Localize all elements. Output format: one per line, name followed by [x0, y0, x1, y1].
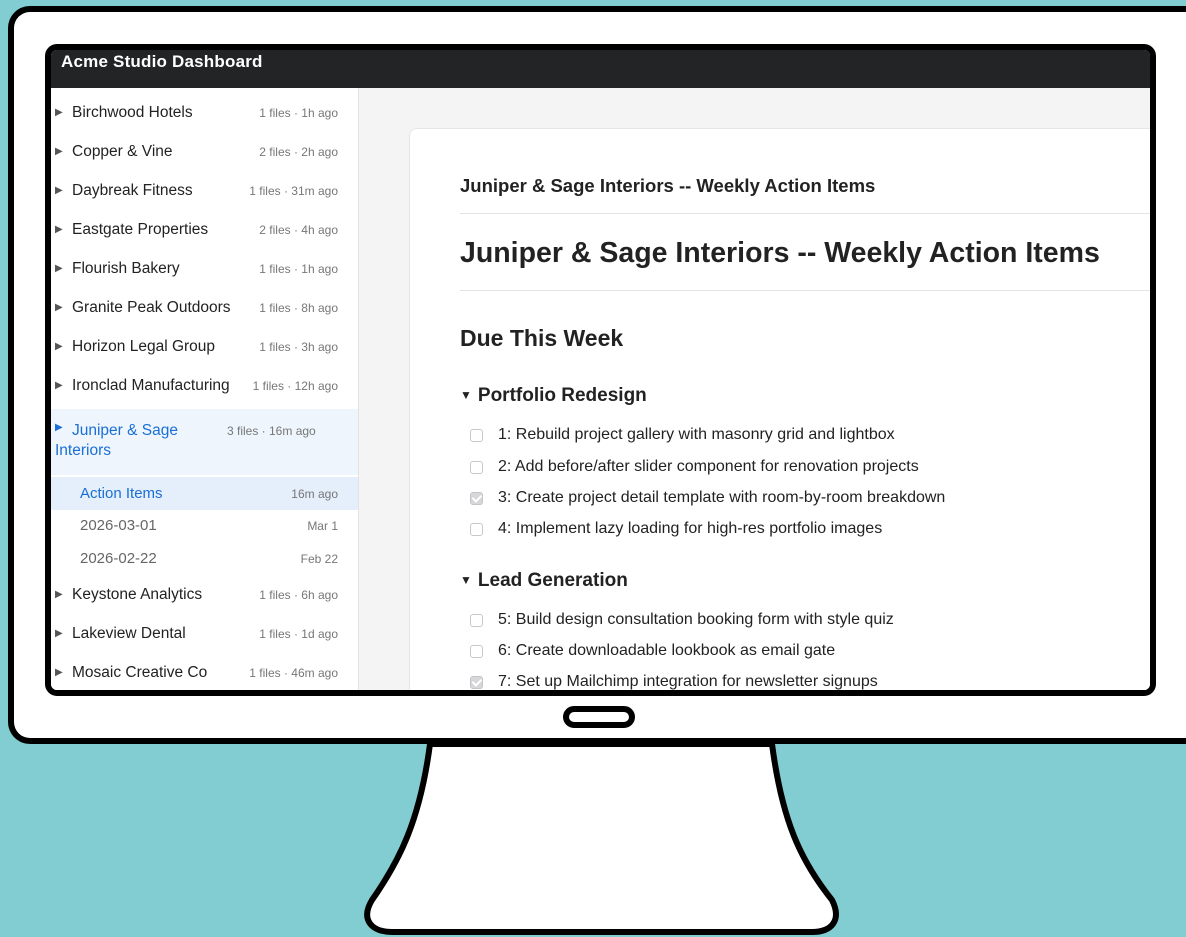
section-heading: Due This Week [460, 325, 624, 351]
sidebar-item-keystone-analytics[interactable]: ▶ Keystone Analytics 1 files · 6h ago [51, 576, 358, 615]
triangle-down-icon: ▼ [460, 388, 472, 402]
chevron-right-icon: ▶ [55, 589, 63, 600]
sidebar-item-lakeview-dental[interactable]: ▶ Lakeview Dental 1 files · 1d ago [51, 615, 358, 654]
task-checkbox[interactable] [470, 429, 483, 442]
chevron-right-icon: ▶ [55, 224, 63, 235]
app-titlebar: Acme Studio Dashboard [51, 50, 1150, 88]
sidebar-item-juniper-sage-interiors[interactable]: ▶ Juniper & Sage Interiors 3 files · 16m… [51, 409, 358, 475]
divider [460, 213, 1150, 214]
task-checkbox-checked[interactable] [470, 676, 483, 689]
chevron-right-icon: ▶ [55, 185, 63, 196]
sidebar-file-action-items[interactable]: Action Items 16m ago [51, 477, 358, 510]
task-checkbox-checked[interactable] [470, 492, 483, 505]
chevron-right-icon: ▶ [55, 263, 63, 274]
document-title: Juniper & Sage Interiors -- Weekly Actio… [460, 237, 1100, 269]
chevron-right-icon: ▶ [55, 422, 63, 433]
sidebar-item-flourish-bakery[interactable]: ▶ Flourish Bakery 1 files · 1h ago [51, 250, 358, 289]
sidebar-item-ironclad-manufacturing[interactable]: ▶ Ironclad Manufacturing 1 files · 12h a… [51, 367, 358, 406]
triangle-down-icon: ▼ [460, 573, 472, 587]
sidebar-item-mosaic-creative-co[interactable]: ▶ Mosaic Creative Co 1 files · 46m ago [51, 654, 358, 690]
sidebar-item-granite-peak-outdoors[interactable]: ▶ Granite Peak Outdoors 1 files · 8h ago [51, 289, 358, 328]
document-header: Juniper & Sage Interiors -- Weekly Actio… [460, 175, 876, 196]
group-heading-portfolio-redesign[interactable]: ▼ Portfolio Redesign [460, 385, 647, 407]
sidebar-item-horizon-legal-group[interactable]: ▶ Horizon Legal Group 1 files · 3h ago [51, 328, 358, 367]
screen: Acme Studio Dashboard ▶ Birchwood Hotels… [45, 44, 1156, 696]
sidebar-item-birchwood-hotels[interactable]: ▶ Birchwood Hotels 1 files · 1h ago [51, 94, 358, 133]
task-checkbox[interactable] [470, 645, 483, 658]
chevron-right-icon: ▶ [55, 628, 63, 639]
sidebar-file-2026-02-22[interactable]: 2026-02-22 Feb 22 [51, 542, 358, 575]
main-content: Juniper & Sage Interiors -- Weekly Actio… [359, 88, 1150, 690]
chevron-right-icon: ▶ [55, 380, 63, 391]
sidebar-item-copper-vine[interactable]: ▶ Copper & Vine 2 files · 2h ago [51, 133, 358, 172]
task-checkbox[interactable] [470, 614, 483, 627]
document-card: Juniper & Sage Interiors -- Weekly Actio… [409, 128, 1150, 690]
sidebar-item-eastgate-properties[interactable]: ▶ Eastgate Properties 2 files · 4h ago [51, 211, 358, 250]
app-title: Acme Studio Dashboard [61, 52, 263, 71]
monitor-button [563, 706, 635, 728]
chevron-right-icon: ▶ [55, 341, 63, 352]
divider [460, 290, 1150, 291]
sidebar-item-daybreak-fitness[interactable]: ▶ Daybreak Fitness 1 files · 31m ago [51, 172, 358, 211]
chevron-right-icon: ▶ [55, 107, 63, 118]
chevron-right-icon: ▶ [55, 667, 63, 678]
chevron-right-icon: ▶ [55, 146, 63, 157]
chevron-right-icon: ▶ [55, 302, 63, 313]
task-checkbox[interactable] [470, 523, 483, 536]
sidebar-file-2026-03-01[interactable]: 2026-03-01 Mar 1 [51, 509, 358, 542]
sidebar: ▶ Birchwood Hotels 1 files · 1h ago ▶ Co… [51, 88, 359, 690]
group-heading-lead-generation[interactable]: ▼ Lead Generation [460, 570, 628, 592]
task-checkbox[interactable] [470, 461, 483, 474]
